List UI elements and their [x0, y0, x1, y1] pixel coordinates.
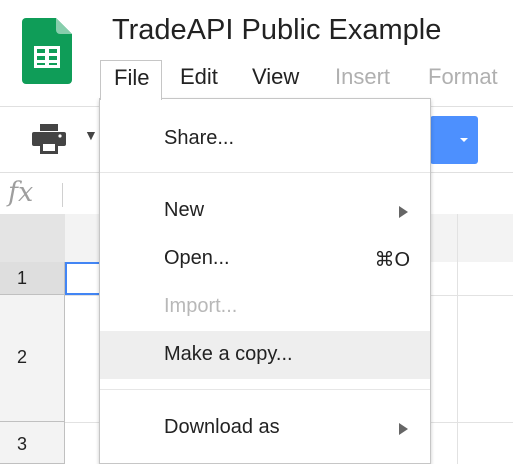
menu-item-open[interactable]: Open... ⌘O [100, 235, 430, 283]
menu-item-share[interactable]: Share... [100, 115, 430, 163]
formula-divider [62, 183, 63, 207]
file-menu-dropdown: Share... New Open... ⌘O Import... Make a… [99, 98, 431, 464]
menu-format[interactable]: Format [428, 64, 498, 90]
menu-file[interactable]: File [100, 60, 162, 100]
column-divider [457, 214, 458, 464]
menu-separator [100, 172, 430, 173]
toolbar-caret-icon[interactable]: ▼ [84, 127, 98, 143]
menu-item-new[interactable]: New [100, 187, 430, 235]
printer-icon[interactable] [32, 124, 66, 154]
menu-insert[interactable]: Insert [335, 64, 390, 90]
menu-edit[interactable]: Edit [180, 64, 218, 90]
select-all-corner[interactable] [0, 214, 65, 262]
share-dropdown-button[interactable] [430, 116, 478, 164]
submenu-arrow-icon [399, 206, 408, 218]
row-header-3[interactable]: 3 [0, 422, 65, 464]
selected-cell-A1[interactable] [65, 262, 101, 295]
row-header-2[interactable]: 2 [0, 295, 65, 422]
row-header-1[interactable]: 1 [0, 262, 65, 295]
menu-view[interactable]: View [252, 64, 299, 90]
caret-down-icon [460, 138, 468, 142]
menu-item-download-as[interactable]: Download as [100, 404, 430, 452]
menu-bar: File Edit View Insert Format [100, 60, 513, 100]
document-title[interactable]: TradeAPI Public Example [112, 14, 441, 47]
menu-item-import[interactable]: Import... [100, 283, 430, 331]
submenu-arrow-icon [399, 423, 408, 435]
menu-separator [100, 389, 430, 390]
fx-label: fx [8, 177, 34, 208]
google-sheets-icon[interactable] [22, 18, 72, 84]
shortcut-label: ⌘O [374, 249, 410, 271]
menu-item-make-a-copy[interactable]: Make a copy... [100, 331, 430, 379]
